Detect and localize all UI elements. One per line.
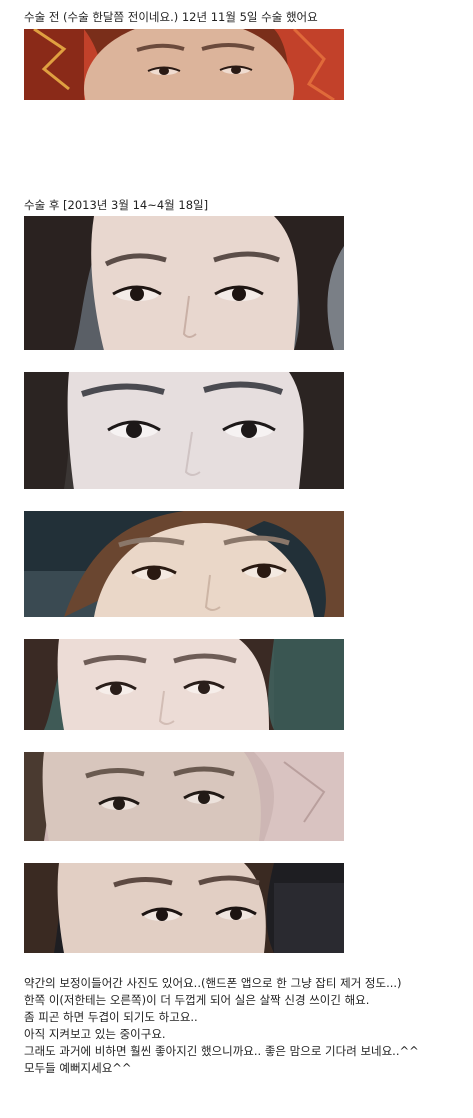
- after-photo-4: [24, 639, 344, 730]
- body-line: 한쪽 이(저한테는 오른쪽)이 더 두껍게 되어 실은 살짝 신경 쓰이긴 해요…: [24, 993, 370, 1007]
- after-caption: 수술 후 [2013년 3월 14~4월 18일]: [24, 198, 209, 212]
- body-line: 약간의 보정이들어간 사진도 있어요..(핸드폰 앱으로 한 그냥 잡티 제거 …: [24, 976, 402, 990]
- after-photo-2: [24, 372, 344, 489]
- before-photo: [24, 29, 344, 100]
- body-line: 아직 지켜보고 있는 중이구요.: [24, 1027, 166, 1041]
- body-line: 좀 피곤 하면 두겹이 되기도 하고요..: [24, 1010, 198, 1024]
- post-body: 약간의 보정이들어간 사진도 있어요..(핸드폰 앱으로 한 그냥 잡티 제거 …: [24, 975, 464, 1077]
- after-photo-5: [24, 752, 344, 841]
- after-photo-6: [24, 863, 344, 953]
- after-photo-3: [24, 511, 344, 617]
- face-skin: [84, 29, 294, 100]
- after-photo-1: [24, 216, 344, 350]
- before-caption: 수술 전 (수술 한달쯤 전이네요.) 12년 11월 5일 수술 했어요: [24, 10, 318, 24]
- body-line: 그래도 과거에 비하면 훨씬 좋아지긴 했으니까요.. 좋은 맘으로 기다려 보…: [24, 1044, 419, 1058]
- body-line: 모두들 예뻐지세요^^: [24, 1061, 132, 1075]
